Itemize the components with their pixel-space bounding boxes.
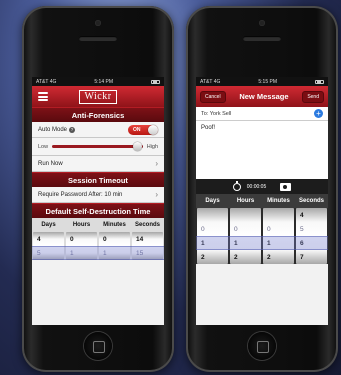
left-phone: AT&T 4G 5:14 PM Wickr Anti-Forensics Aut… bbox=[22, 6, 174, 372]
send-button[interactable]: Send bbox=[302, 90, 324, 103]
right-phone: AT&T 4G 5:15 PM Cancel New Message Send … bbox=[186, 6, 338, 372]
front-camera bbox=[259, 20, 265, 26]
picker-header-minutes: Minutes bbox=[103, 222, 126, 228]
wickr-logo: Wickr bbox=[79, 89, 117, 104]
wheel-value bbox=[263, 208, 294, 222]
wheel-value bbox=[230, 208, 261, 222]
left-screen: AT&T 4G 5:14 PM Wickr Anti-Forensics Aut… bbox=[32, 77, 164, 325]
clock-label: 5:15 PM bbox=[258, 78, 277, 85]
wheel-value: 4 bbox=[300, 211, 304, 219]
wheel-value: 2 bbox=[201, 253, 205, 261]
wheel-value: 2 bbox=[267, 253, 271, 261]
status-bar: AT&T 4G 5:14 PM bbox=[32, 77, 164, 86]
menu-icon[interactable] bbox=[38, 92, 48, 101]
wheel-value: 1 bbox=[103, 249, 107, 257]
picker-header-minutes: Minutes bbox=[267, 198, 290, 204]
message-body-field[interactable]: Poof! bbox=[196, 121, 328, 179]
app-header: Wickr bbox=[32, 86, 164, 107]
message-text: Poof! bbox=[201, 125, 216, 131]
cancel-button[interactable]: Cancel bbox=[200, 90, 226, 103]
hours-wheel[interactable]: 0 1 bbox=[66, 232, 97, 260]
picker-header-days: Days bbox=[41, 222, 56, 228]
wheel-value: 5 bbox=[300, 225, 304, 233]
destruct-time-header: Default Self-Destruction Time bbox=[32, 203, 164, 218]
slider-high-label: High bbox=[146, 143, 158, 150]
carrier-label: AT&T 4G bbox=[200, 78, 221, 85]
wheel-value: 15 bbox=[136, 249, 144, 257]
wheel-value: 1 bbox=[70, 249, 74, 257]
wheel-value: 0 bbox=[234, 225, 238, 233]
new-message-header: Cancel New Message Send bbox=[196, 86, 328, 107]
chevron-right-icon: › bbox=[155, 159, 158, 168]
wheel-value: 0 bbox=[267, 225, 271, 233]
recipient-label: To: York Sell bbox=[201, 110, 232, 117]
timer-bar: 00:00:05 bbox=[196, 179, 328, 194]
auto-mode-toggle[interactable]: ON bbox=[128, 124, 158, 135]
require-password-row[interactable]: Require Password After: 10 min › bbox=[32, 187, 164, 203]
seconds-wheel[interactable]: 4 5 6 7 bbox=[296, 208, 327, 264]
picker-header-seconds: Seconds bbox=[134, 222, 160, 228]
slider-knob[interactable] bbox=[133, 142, 143, 151]
picker-header: Days Hours Minutes Seconds bbox=[32, 218, 164, 232]
battery-icon bbox=[314, 79, 324, 84]
add-contact-icon[interactable]: + bbox=[314, 109, 323, 118]
hours-wheel[interactable]: 0 1 2 bbox=[230, 208, 261, 264]
run-now-label: Run Now bbox=[38, 160, 63, 167]
auto-mode-label: Auto Mode bbox=[38, 126, 68, 133]
earpiece-speaker bbox=[79, 36, 117, 41]
wheel-value: 0 bbox=[201, 225, 205, 233]
session-timeout-header: Session Timeout bbox=[32, 172, 164, 187]
wheel-value: 14 bbox=[136, 235, 144, 243]
page-title: New Message bbox=[239, 92, 289, 101]
wheel-value: 1 bbox=[201, 239, 205, 247]
wheel-value: 4 bbox=[37, 235, 41, 243]
picker-wheels: 0 1 2 0 1 2 0 1 2 4 5 6 7 bbox=[196, 208, 328, 264]
carrier-label: AT&T 4G bbox=[36, 78, 57, 85]
days-wheel[interactable]: 0 1 2 bbox=[197, 208, 228, 264]
auto-mode-row: Auto Mode? ON bbox=[32, 122, 164, 138]
right-screen: AT&T 4G 5:15 PM Cancel New Message Send … bbox=[196, 77, 328, 325]
minutes-wheel[interactable]: 0 1 bbox=[99, 232, 130, 260]
wheel-value: 5 bbox=[37, 249, 41, 257]
days-wheel[interactable]: 4 5 bbox=[33, 232, 64, 260]
require-password-label: Require Password After: 10 min bbox=[38, 191, 123, 198]
stopwatch-icon[interactable] bbox=[232, 180, 241, 191]
recipient-field[interactable]: To: York Sell + bbox=[196, 107, 328, 121]
picker-header-hours: Hours bbox=[72, 222, 91, 228]
wheel-value: 2 bbox=[234, 253, 238, 261]
timer-value: 00:00:05 bbox=[246, 183, 267, 190]
picker-header-hours: Hours bbox=[236, 198, 255, 204]
picker-header-seconds: Seconds bbox=[298, 198, 324, 204]
picker-header: Days Hours Minutes Seconds bbox=[196, 194, 328, 208]
strength-slider[interactable] bbox=[52, 142, 143, 151]
chevron-right-icon: › bbox=[155, 190, 158, 199]
wheel-value bbox=[197, 208, 228, 222]
clock-label: 5:14 PM bbox=[94, 78, 113, 85]
picker-wheels: 4 5 0 1 0 1 14 15 bbox=[32, 232, 164, 260]
minutes-wheel[interactable]: 0 1 2 bbox=[263, 208, 294, 264]
home-button[interactable] bbox=[248, 332, 276, 360]
strength-slider-row: Low High bbox=[32, 138, 164, 156]
run-now-row[interactable]: Run Now › bbox=[32, 156, 164, 172]
picker-header-days: Days bbox=[205, 198, 220, 204]
slider-low-label: Low bbox=[38, 143, 49, 150]
info-icon[interactable]: ? bbox=[69, 126, 76, 133]
wheel-value: 1 bbox=[234, 239, 238, 247]
wheel-value: 0 bbox=[103, 235, 107, 243]
wheel-value: 6 bbox=[300, 239, 304, 247]
battery-icon bbox=[150, 79, 160, 84]
front-camera bbox=[95, 20, 101, 26]
seconds-wheel[interactable]: 14 15 bbox=[132, 232, 163, 260]
wheel-value: 0 bbox=[70, 235, 74, 243]
wheel-value: 7 bbox=[300, 253, 304, 261]
camera-icon[interactable] bbox=[280, 182, 292, 191]
anti-forensics-header: Anti-Forensics bbox=[32, 107, 164, 122]
destruct-time-picker[interactable]: Days Hours Minutes Seconds 4 5 0 1 0 1 1… bbox=[32, 218, 164, 260]
status-bar: AT&T 4G 5:15 PM bbox=[196, 77, 328, 86]
message-timer-picker[interactable]: Days Hours Minutes Seconds 0 1 2 0 1 2 0… bbox=[196, 194, 328, 264]
home-button[interactable] bbox=[84, 332, 112, 360]
earpiece-speaker bbox=[243, 36, 281, 41]
wheel-value: 1 bbox=[267, 239, 271, 247]
